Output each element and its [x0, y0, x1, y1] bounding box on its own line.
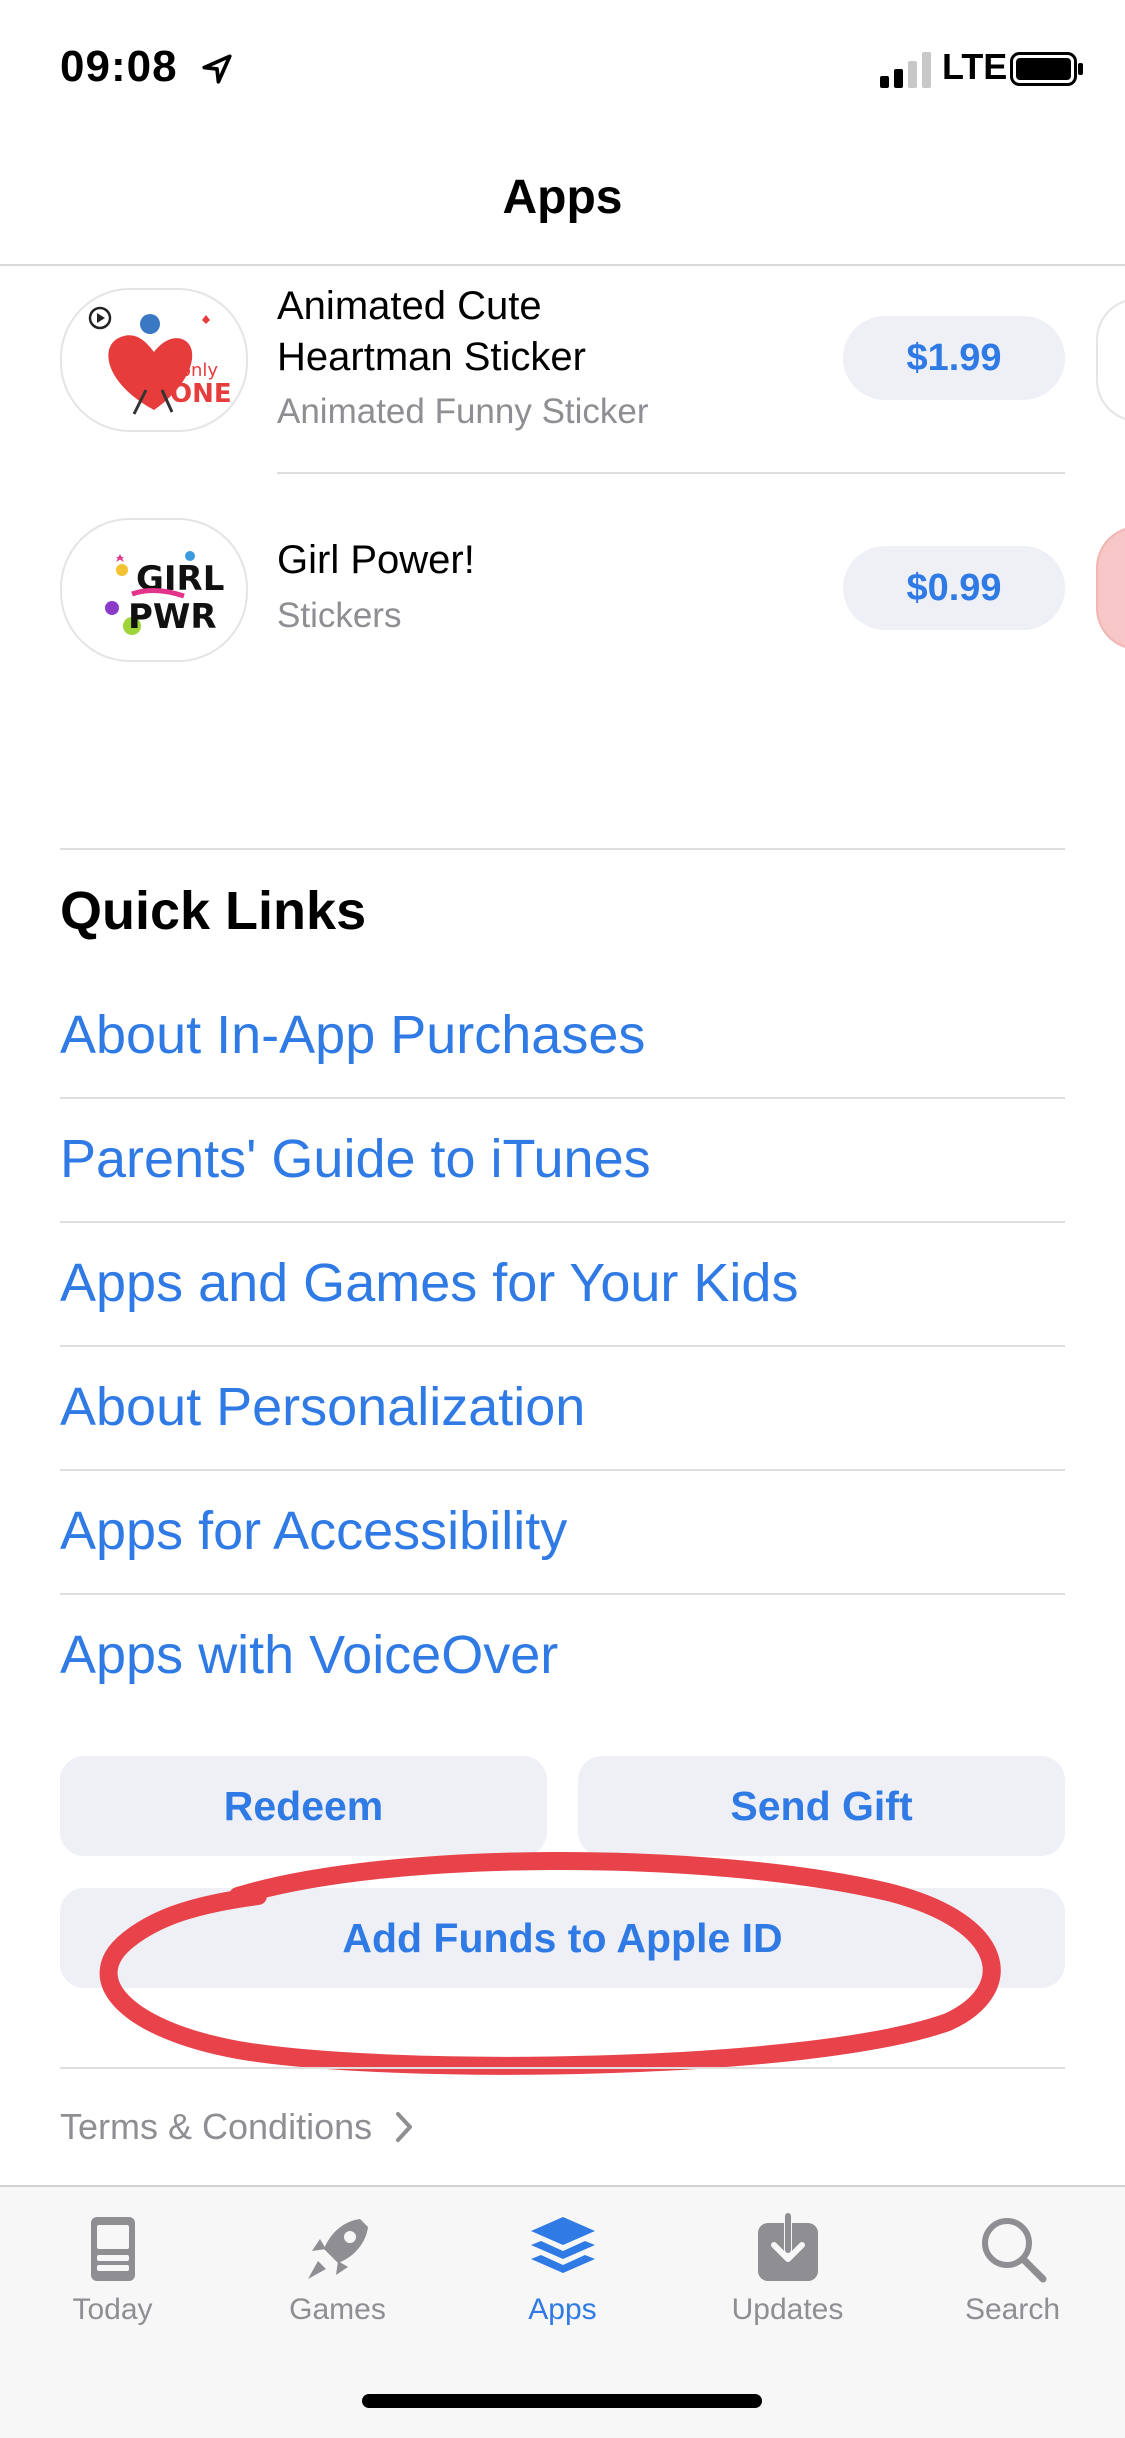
location-arrow-icon: [202, 54, 232, 84]
nav-divider: [0, 264, 1125, 266]
terms-label: Terms & Conditions: [60, 2106, 373, 2147]
today-icon: [90, 2217, 135, 2281]
next-item-peek: [1096, 526, 1125, 650]
app-subtitle: Stickers: [277, 596, 402, 635]
link-parents-guide[interactable]: Parents' Guide to iTunes: [60, 1128, 651, 1190]
link-personalization[interactable]: About Personalization: [60, 1376, 585, 1438]
search-icon: [981, 2218, 1046, 2283]
icon-text-one: ONE: [170, 379, 232, 409]
link-voiceover[interactable]: Apps with VoiceOver: [60, 1624, 558, 1686]
link-divider: [60, 1097, 1065, 1099]
link-divider: [60, 1221, 1065, 1223]
girl-power-app-icon[interactable]: GIRL PWR: [60, 518, 248, 662]
download-icon: [757, 2213, 818, 2281]
heartman-sticker-app-icon[interactable]: only ONE: [60, 288, 248, 432]
link-apps-games-kids[interactable]: Apps and Games for Your Kids: [60, 1252, 798, 1314]
next-item-peek: [1096, 298, 1125, 422]
girl-power-artwork: GIRL PWR: [105, 551, 224, 637]
tab-games[interactable]: Games: [225, 2187, 450, 2337]
tab-label: Games: [289, 2293, 386, 2326]
link-divider: [60, 1345, 1065, 1347]
row-divider: [277, 472, 1065, 474]
layers-icon: [530, 2217, 595, 2273]
red-circle-annotation: [99, 1852, 1001, 2075]
tab-today[interactable]: Today: [0, 2187, 225, 2337]
battery-icon: [1010, 52, 1083, 86]
app-name[interactable]: Girl Power!: [277, 534, 475, 586]
tab-updates[interactable]: Updates: [675, 2187, 900, 2337]
status-time: 09:08: [60, 42, 178, 91]
rocket-icon: [307, 2219, 368, 2279]
app-name-line1[interactable]: Animated Cute: [277, 280, 542, 332]
tab-label: Search: [964, 2293, 1061, 2326]
tab-label: Updates: [731, 2293, 844, 2326]
link-accessibility[interactable]: Apps for Accessibility: [60, 1500, 567, 1562]
icon-text-pwr: PWR: [128, 597, 217, 637]
tab-label: Today: [72, 2293, 153, 2326]
terms-conditions-link[interactable]: Terms & Conditions: [60, 2106, 414, 2148]
cellular-signal-icon: [880, 52, 931, 88]
quick-links-heading: Quick Links: [60, 881, 367, 941]
link-in-app-purchases[interactable]: About In-App Purchases: [60, 1004, 645, 1066]
network-type: LTE: [942, 46, 1008, 87]
section-divider: [60, 848, 1065, 850]
status-bar: 09:08 LTE: [0, 0, 1125, 140]
tab-label: Apps: [528, 2293, 597, 2326]
tab-apps[interactable]: Apps: [450, 2187, 675, 2337]
price-button-girl-power[interactable]: $0.99: [843, 546, 1065, 630]
link-divider: [60, 1469, 1065, 1471]
chevron-right-icon: [396, 2112, 413, 2142]
app-name-line2[interactable]: Heartman Sticker: [277, 331, 586, 383]
icon-text-only: only: [180, 360, 218, 381]
home-indicator: [362, 2394, 762, 2408]
heartman-sticker-artwork: only ONE: [88, 306, 232, 415]
page-title: Apps: [502, 171, 623, 224]
link-divider: [60, 1593, 1065, 1595]
section-divider: [60, 2067, 1065, 2069]
price-button-heartman[interactable]: $1.99: [843, 316, 1065, 400]
tab-search[interactable]: Search: [900, 2187, 1125, 2337]
app-subtitle: Animated Funny Sticker: [277, 392, 649, 431]
